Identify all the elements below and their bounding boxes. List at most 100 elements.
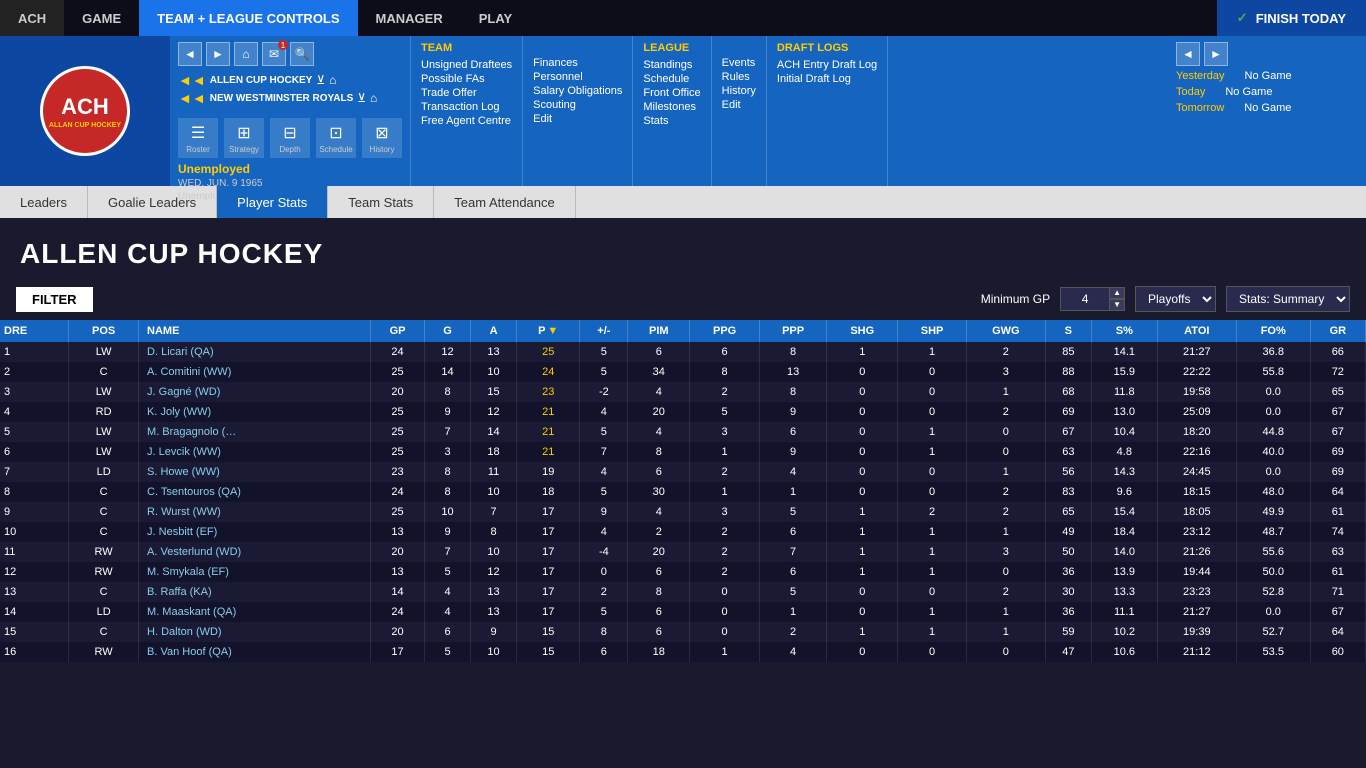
finances-link[interactable]: Finances (533, 56, 622, 70)
possible-fas-link[interactable]: Possible FAs (421, 72, 512, 86)
tab-leaders[interactable]: Leaders (0, 186, 88, 218)
th-pim[interactable]: PIM (628, 320, 690, 342)
cell-name[interactable]: J. Levcik (WW) (139, 442, 371, 462)
cell-name[interactable]: M. Smykala (EF) (139, 562, 371, 582)
nav-play[interactable]: PLAY (461, 0, 530, 36)
schedule-btn[interactable]: ⊡ Schedule (316, 118, 356, 158)
filter-button[interactable]: FILTER (16, 287, 93, 312)
nav-team-league[interactable]: TEAM + LEAGUE CONTROLS (139, 0, 357, 36)
milestones-link[interactable]: Milestones (643, 100, 700, 114)
ach-entry-draft-link[interactable]: ACH Entry Draft Log (777, 58, 877, 72)
gp-down-btn[interactable]: ▼ (1109, 299, 1125, 311)
cell-name[interactable]: A. Comitini (WW) (139, 362, 371, 382)
cell-p: 17 (517, 542, 580, 562)
nav-manager[interactable]: MANAGER (358, 0, 461, 36)
scouting-link[interactable]: Scouting (533, 98, 622, 112)
tab-player-stats[interactable]: Player Stats (217, 186, 328, 218)
cell-name[interactable]: D. Licari (QA) (139, 342, 371, 362)
nav-search-btn[interactable]: 🔍 (290, 42, 314, 66)
th-atoi[interactable]: ATOI (1157, 320, 1236, 342)
team-home1-icon[interactable]: ⌂ (329, 73, 336, 87)
right-nav-next[interactable]: ► (1204, 42, 1228, 66)
th-gwg[interactable]: GWG (966, 320, 1045, 342)
th-spct[interactable]: S% (1091, 320, 1157, 342)
nav-back-btn[interactable]: ◄ (178, 42, 202, 66)
th-p[interactable]: P▼ (517, 320, 580, 342)
westminster-link[interactable]: NEW WESTMINSTER ROYALS (210, 93, 354, 104)
trade-offer-link[interactable]: Trade Offer (421, 86, 512, 100)
filter-bar: FILTER Minimum GP ▲ ▼ Playoffs Stats: Su… (0, 278, 1366, 320)
cell-name[interactable]: H. Dalton (WD) (139, 622, 371, 642)
team-home2-icon[interactable]: ⌂ (370, 91, 377, 105)
nav-mail-btn[interactable]: ✉ 1 (262, 42, 286, 66)
playoff-select[interactable]: Playoffs (1135, 286, 1216, 312)
th-g[interactable]: G (425, 320, 471, 342)
min-gp-input[interactable] (1060, 287, 1110, 311)
cell-g: 12 (425, 342, 471, 362)
tab-goalie-leaders[interactable]: Goalie Leaders (88, 186, 217, 218)
league-edit-link[interactable]: Edit (722, 98, 756, 112)
th-s[interactable]: S (1045, 320, 1091, 342)
table-row: 16RWB. Van Hoof (QA)1751015618140004710.… (0, 642, 1366, 662)
team-edit-link[interactable]: Edit (533, 112, 622, 126)
events-link[interactable]: Events (722, 56, 756, 70)
th-ppp[interactable]: PPP (760, 320, 827, 342)
th-ppg[interactable]: PPG (690, 320, 760, 342)
cell-name[interactable]: A. Vesterlund (WD) (139, 542, 371, 562)
cell-name[interactable]: B. Raffa (KA) (139, 582, 371, 602)
cell-name[interactable]: M. Maaskant (QA) (139, 602, 371, 622)
salary-obligations-link[interactable]: Salary Obligations (533, 84, 622, 98)
nav-home-btn[interactable]: ⌂ (234, 42, 258, 66)
cell-name[interactable]: C. Tsentouros (QA) (139, 482, 371, 502)
nav-ach[interactable]: ACH (0, 0, 64, 36)
gp-up-btn[interactable]: ▲ (1109, 287, 1125, 299)
cell-name[interactable]: J. Nesbitt (EF) (139, 522, 371, 542)
th-shp[interactable]: SHP (898, 320, 966, 342)
league-schedule-link[interactable]: Schedule (643, 72, 700, 86)
th-shg[interactable]: SHG (827, 320, 898, 342)
team-flag2-icon[interactable]: ⊻ (357, 91, 366, 105)
th-fopct[interactable]: FO% (1236, 320, 1310, 342)
th-a[interactable]: A (471, 320, 517, 342)
th-dre[interactable]: DRE (0, 320, 69, 342)
right-nav-prev[interactable]: ◄ (1176, 42, 1200, 66)
team-flag1-icon[interactable]: ⊻ (316, 73, 325, 87)
cell-ppg: 0 (690, 622, 760, 642)
cell-name[interactable]: S. Howe (WW) (139, 462, 371, 482)
unsigned-draftees-link[interactable]: Unsigned Draftees (421, 58, 512, 72)
transaction-log-link[interactable]: Transaction Log (421, 100, 512, 114)
th-gr[interactable]: GR (1310, 320, 1365, 342)
cell-name[interactable]: R. Wurst (WW) (139, 502, 371, 522)
cell-g: 8 (425, 462, 471, 482)
stats-select[interactable]: Stats: Summary (1226, 286, 1350, 312)
th-gp[interactable]: GP (371, 320, 425, 342)
nav-forward-btn[interactable]: ► (206, 42, 230, 66)
th-pos[interactable]: POS (69, 320, 139, 342)
free-agent-centre-link[interactable]: Free Agent Centre (421, 114, 512, 128)
rules-link[interactable]: Rules (722, 70, 756, 84)
roster-btn[interactable]: ☰ Roster (178, 118, 218, 158)
strategy-btn[interactable]: ⊞ Strategy (224, 118, 264, 158)
cell-name[interactable]: M. Bragagnolo (… (139, 422, 371, 442)
history-btn[interactable]: ⊠ History (362, 118, 402, 158)
cell-a: 13 (471, 342, 517, 362)
cell-name[interactable]: B. Van Hoof (QA) (139, 642, 371, 662)
tab-team-stats[interactable]: Team Stats (328, 186, 434, 218)
allen-cup-link[interactable]: ALLEN CUP HOCKEY (210, 75, 313, 86)
tab-team-attendance[interactable]: Team Attendance (434, 186, 575, 218)
standings-link[interactable]: Standings (643, 58, 700, 72)
history-nav-link[interactable]: History (722, 84, 756, 98)
cell-name[interactable]: J. Gagné (WD) (139, 382, 371, 402)
personnel-link[interactable]: Personnel (533, 70, 622, 84)
th-name[interactable]: NAME (139, 320, 371, 342)
finish-today-button[interactable]: ✓ FINISH TODAY (1217, 0, 1366, 36)
nav-game[interactable]: GAME (64, 0, 139, 36)
cell-name[interactable]: K. Joly (WW) (139, 402, 371, 422)
th-plusminus[interactable]: +/- (580, 320, 628, 342)
initial-draft-link[interactable]: Initial Draft Log (777, 72, 877, 86)
cell-shg: 1 (827, 502, 898, 522)
stats-link[interactable]: Stats (643, 114, 700, 128)
depth-btn[interactable]: ⊟ Depth (270, 118, 310, 158)
cell-shp: 1 (898, 622, 966, 642)
front-office-link[interactable]: Front Office (643, 86, 700, 100)
